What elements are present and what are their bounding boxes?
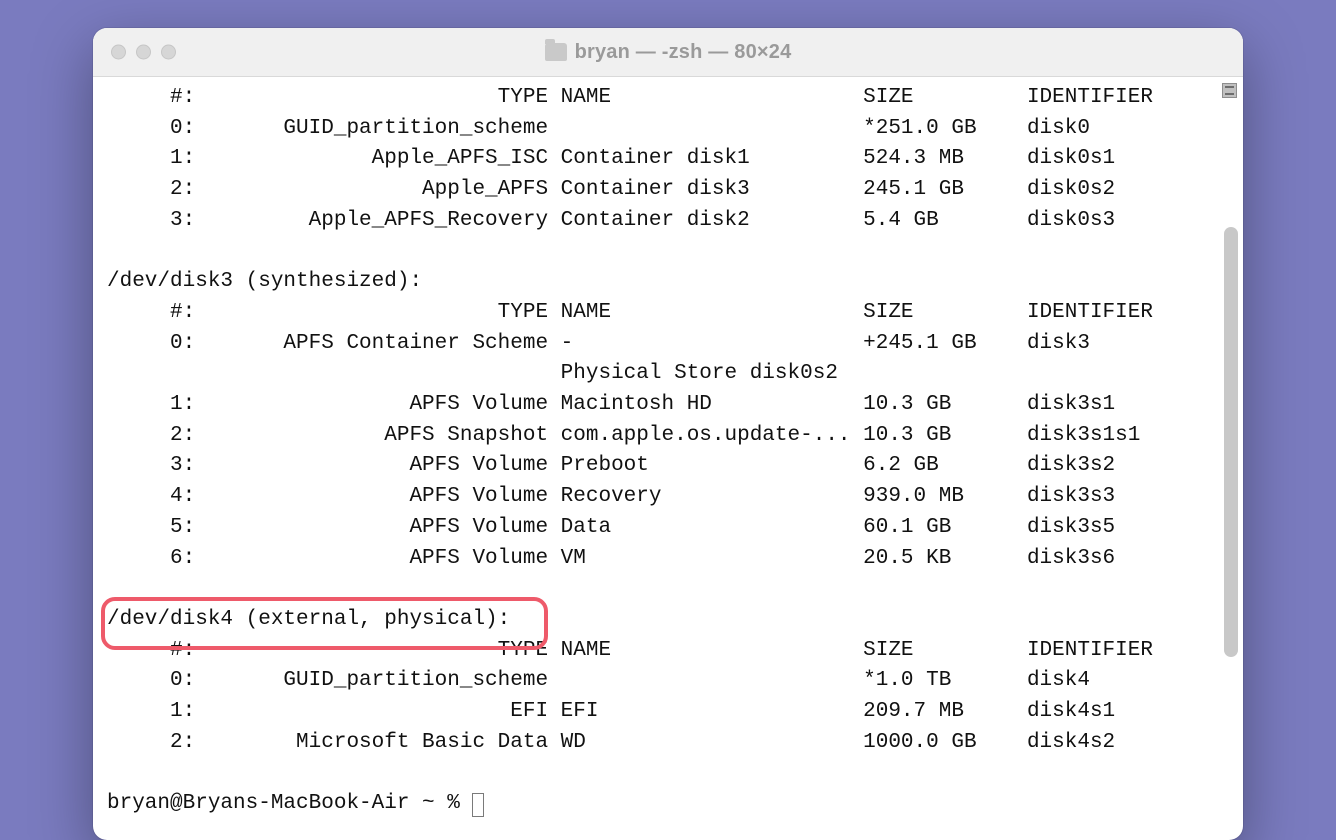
terminal-window: bryan — -zsh — 80×24 #: TYPE NAME SIZE I…: [93, 28, 1243, 840]
zoom-button[interactable]: [161, 45, 176, 60]
window-title: bryan — -zsh — 80×24: [93, 41, 1243, 64]
window-title-text: bryan — -zsh — 80×24: [575, 41, 792, 64]
scroll-indicator-icon: [1222, 83, 1237, 98]
scrollbar-track[interactable]: [1222, 107, 1240, 834]
window-controls: [111, 45, 176, 60]
scrollbar-thumb[interactable]: [1224, 227, 1238, 657]
minimize-button[interactable]: [136, 45, 151, 60]
folder-icon: [545, 43, 567, 61]
text-cursor: [472, 793, 484, 817]
titlebar[interactable]: bryan — -zsh — 80×24: [93, 28, 1243, 77]
terminal-output[interactable]: #: TYPE NAME SIZE IDENTIFIER 0: GUID_par…: [107, 83, 1243, 820]
close-button[interactable]: [111, 45, 126, 60]
terminal-content-area[interactable]: #: TYPE NAME SIZE IDENTIFIER 0: GUID_par…: [93, 77, 1243, 840]
